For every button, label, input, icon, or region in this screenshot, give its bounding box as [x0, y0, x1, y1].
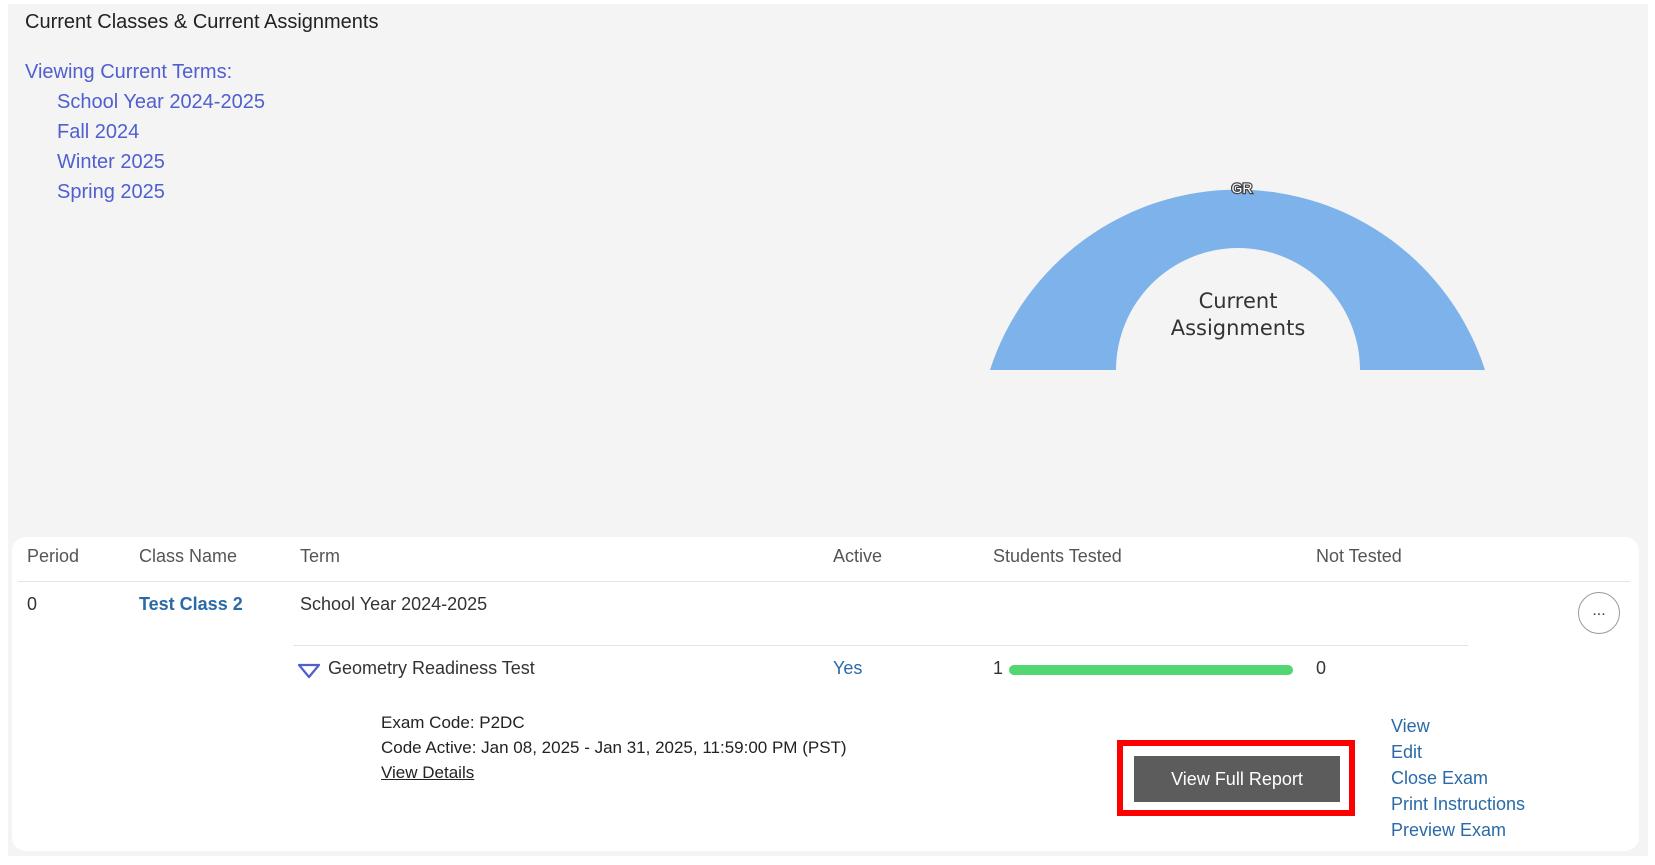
tested-progress-bar	[1009, 665, 1293, 675]
header-students-tested: Students Tested	[993, 546, 1122, 566]
header-divider	[18, 581, 1630, 582]
chart-slice-label: GR	[1232, 180, 1253, 196]
header-class-name: Class Name	[139, 546, 238, 566]
assignments-chart-svg: GR Current Assignments	[990, 179, 1485, 370]
action-close-exam[interactable]: Close Exam	[1391, 767, 1525, 793]
action-edit[interactable]: Edit	[1391, 741, 1525, 767]
view-full-report-button[interactable]: View Full Report	[1134, 756, 1340, 802]
terms-list: School Year 2024-2025 Fall 2024 Winter 2…	[57, 90, 265, 210]
exam-code: Exam Code: P2DC	[381, 713, 525, 732]
row-divider	[293, 645, 1468, 646]
header-period: Period	[27, 546, 80, 566]
action-preview-exam[interactable]: Preview Exam	[1391, 819, 1525, 845]
row-period: 0	[27, 594, 38, 614]
code-active: Code Active: Jan 08, 2025 - Jan 31, 2025…	[381, 738, 847, 757]
header-active: Active	[833, 546, 883, 566]
chart-slice-gr[interactable]	[990, 189, 1485, 370]
not-tested-count: 0	[1316, 658, 1327, 678]
view-details-link[interactable]: View Details	[381, 763, 474, 783]
assignment-name: Geometry Readiness Test	[328, 658, 535, 678]
action-print-instructions[interactable]: Print Instructions	[1391, 793, 1525, 819]
class-name-link[interactable]: Test Class 2	[139, 594, 243, 615]
expand-triangle-icon[interactable]	[297, 662, 321, 680]
term-item[interactable]: Fall 2024	[57, 120, 265, 150]
section-title: Current Classes & Current Assignments	[25, 11, 379, 33]
students-tested-count: 1	[993, 658, 1004, 678]
row-term: School Year 2024-2025	[300, 594, 488, 614]
term-item[interactable]: Winter 2025	[57, 150, 265, 180]
more-options-button[interactable]: ...	[1578, 592, 1620, 634]
terms-heading[interactable]: Viewing Current Terms:	[25, 61, 232, 84]
assignment-active: Yes	[833, 658, 863, 678]
header-not-tested: Not Tested	[1316, 546, 1402, 566]
chart-center-label-line1: Current	[1199, 289, 1278, 313]
header-term: Term	[300, 546, 340, 566]
assignments-chart: GR Current Assignments	[980, 110, 1500, 380]
term-item[interactable]: School Year 2024-2025	[57, 90, 265, 120]
assignment-actions: View Edit Close Exam Print Instructions …	[1391, 715, 1525, 845]
action-view[interactable]: View	[1391, 715, 1525, 741]
term-item[interactable]: Spring 2025	[57, 180, 265, 210]
chart-center-label-line2: Assignments	[1171, 316, 1306, 340]
